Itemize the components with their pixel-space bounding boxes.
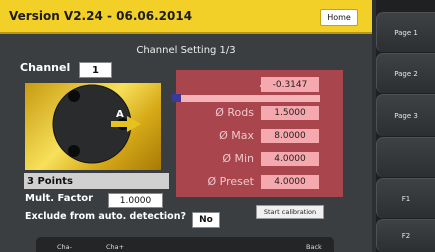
- channel-minus-button[interactable]: Cha-: [57, 243, 72, 251]
- rod-top-icon: [68, 90, 80, 102]
- rods-input[interactable]: 1.5000: [261, 106, 319, 120]
- menu-page-1-button[interactable]: Page 1: [376, 12, 435, 52]
- channel-label: Channel: [20, 61, 71, 74]
- a-deviation-bar: [177, 95, 320, 102]
- start-calibration-button[interactable]: Start calibration: [256, 205, 324, 219]
- a-deviation-marker: [172, 94, 181, 102]
- sensor-diagram: A: [25, 83, 161, 170]
- a-label: A: [178, 76, 268, 90]
- channel-plus-button[interactable]: Cha+: [106, 243, 124, 251]
- version-label: Version V2.24 - 06.06.2014: [9, 9, 193, 23]
- page-title: Channel Setting 1/3: [136, 45, 236, 56]
- home-button[interactable]: Home: [320, 9, 358, 26]
- menu-empty-button[interactable]: [376, 137, 435, 177]
- mult-factor-label: Mult. Factor: [25, 193, 94, 204]
- min-input[interactable]: 4.0000: [261, 152, 319, 166]
- arrow-head-icon: [127, 116, 141, 132]
- preset-input[interactable]: 4.0000: [261, 175, 319, 189]
- max-label: Ø Max: [219, 129, 254, 142]
- back-button[interactable]: Back: [306, 243, 322, 251]
- channel-input[interactable]: 1: [79, 62, 112, 78]
- preset-label: Ø Preset: [207, 175, 254, 188]
- menu-f2-button[interactable]: F2: [376, 219, 435, 252]
- menu-f1-button[interactable]: F1: [376, 178, 435, 218]
- rod-bottom-icon: [68, 145, 80, 157]
- menu-page-3-button[interactable]: Page 3: [376, 94, 435, 136]
- menu-page-2-button[interactable]: Page 2: [376, 53, 435, 93]
- diagram-marker-label: A: [116, 109, 124, 120]
- mult-factor-input[interactable]: 1.0000: [108, 193, 163, 208]
- exclude-toggle-button[interactable]: No: [192, 212, 220, 228]
- bottom-button-bar: [36, 237, 334, 252]
- a-value: -0.3147: [261, 77, 319, 92]
- rods-label: Ø Rods: [215, 106, 254, 119]
- min-label: Ø Min: [222, 152, 254, 165]
- points-mode-label[interactable]: 3 Points: [24, 173, 169, 189]
- exclude-label: Exclude from auto. detection?: [25, 211, 186, 222]
- max-input[interactable]: 8.0000: [261, 129, 319, 143]
- arrow-shaft-icon: [111, 121, 127, 127]
